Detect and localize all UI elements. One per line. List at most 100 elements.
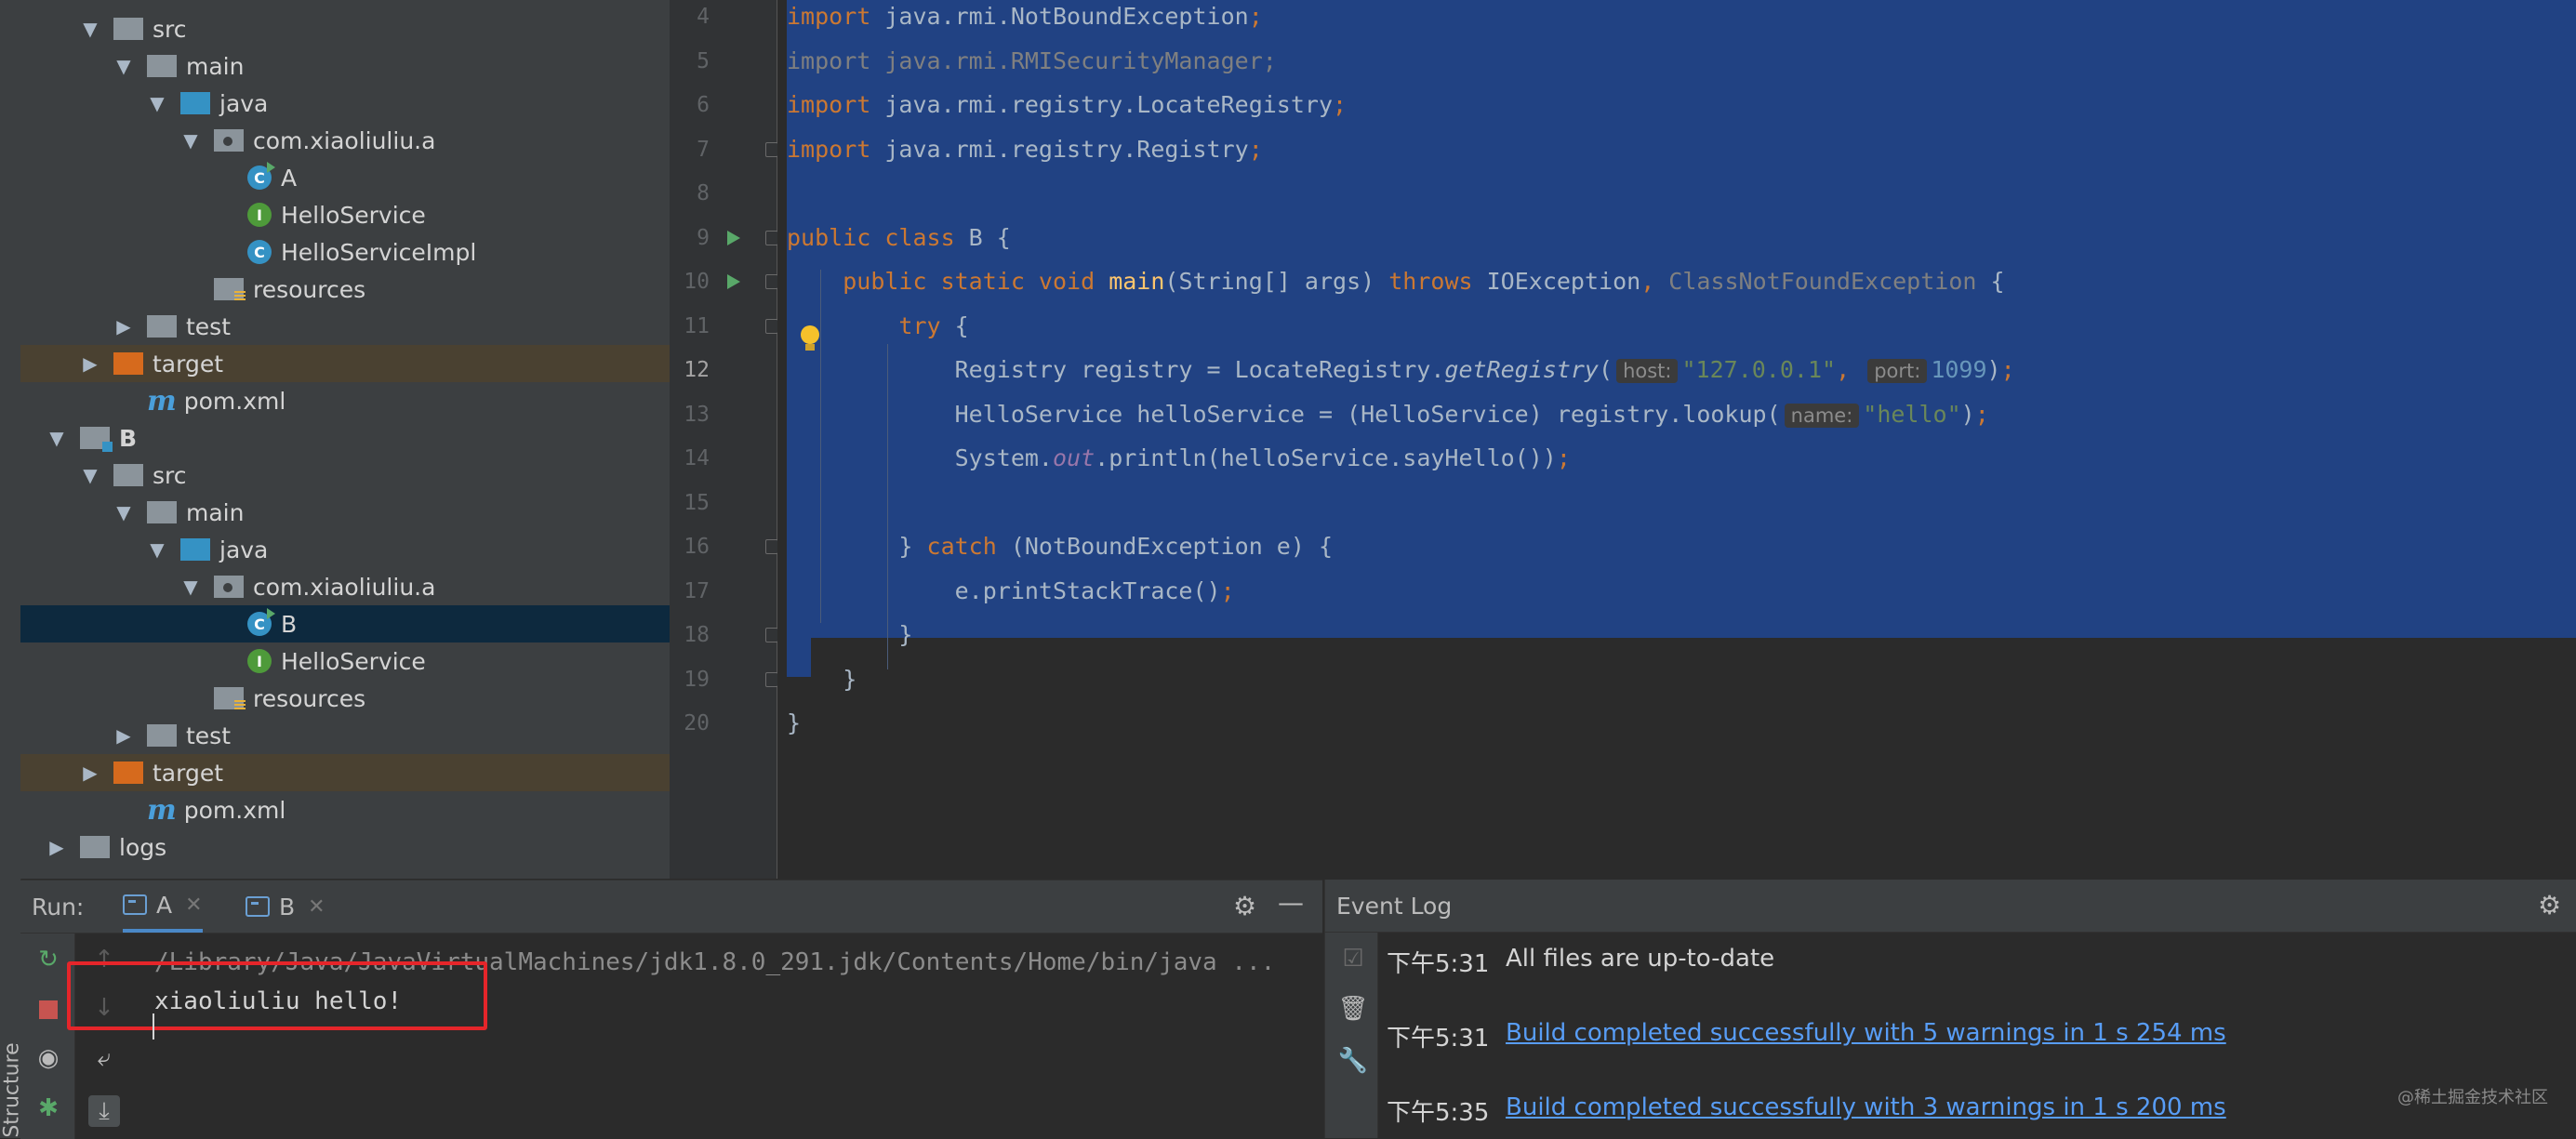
- soft-wrap-icon[interactable]: ⤶: [91, 1044, 117, 1072]
- tree-item[interactable]: CA: [20, 159, 670, 196]
- tree-item[interactable]: ▶ target: [20, 345, 670, 382]
- folder-icon: [113, 18, 143, 40]
- fold-marker-icon[interactable]: [765, 318, 778, 334]
- run-tab-a[interactable]: A ✕: [123, 881, 203, 933]
- close-icon[interactable]: ✕: [308, 895, 325, 919]
- run-gutter-icon[interactable]: [727, 274, 740, 289]
- rerun-icon[interactable]: ↻: [35, 946, 61, 973]
- tree-item[interactable]: ▼ src: [20, 457, 670, 494]
- expand-arrow-icon[interactable]: ▼: [82, 464, 99, 486]
- collapse-arrow-icon[interactable]: ▶: [82, 762, 99, 784]
- fold-marker-icon[interactable]: [765, 628, 778, 642]
- tree-item[interactable]: ▼ com.xiaoliuliu.a: [20, 122, 670, 159]
- tree-item[interactable]: ▼ java: [20, 85, 670, 122]
- event-message-link[interactable]: Build completed successfully with 5 warn…: [1506, 1019, 2226, 1053]
- tree-item-label: src: [153, 461, 187, 489]
- tree-item[interactable]: I HelloService: [20, 196, 670, 233]
- expand-arrow-icon[interactable]: ▼: [48, 427, 65, 449]
- structure-tool-tab[interactable]: Structure: [0, 1041, 24, 1137]
- mark-read-icon[interactable]: ☑: [1340, 945, 1366, 973]
- fold-marker-icon[interactable]: [765, 671, 778, 687]
- expand-arrow-icon[interactable]: ▼: [149, 538, 166, 561]
- tree-item[interactable]: resources: [20, 271, 670, 308]
- collapse-arrow-icon[interactable]: ▶: [82, 352, 99, 375]
- collapse-arrow-icon[interactable]: ▶: [48, 836, 65, 858]
- collapse-arrow-icon[interactable]: ▶: [115, 724, 132, 747]
- code-token: try: [898, 311, 955, 339]
- event-message-link[interactable]: Build completed successfully with 3 warn…: [1506, 1093, 2226, 1128]
- expand-arrow-icon[interactable]: ▼: [182, 129, 199, 152]
- editor-gutter: 4 5 6 7 8 9 10 11 12 13 14 15 16 17 18 19 20: [670, 0, 778, 879]
- tree-item[interactable]: ▼ main: [20, 494, 670, 531]
- line-number: 9: [697, 225, 710, 250]
- code-token: (String[] args): [1164, 268, 1389, 295]
- code-token: }: [787, 621, 913, 648]
- tree-item[interactable]: resources: [20, 680, 670, 717]
- tree-item[interactable]: ▶ test: [20, 717, 670, 754]
- tree-item[interactable]: ▶ test: [20, 308, 670, 345]
- interface-icon: I: [247, 649, 272, 673]
- code-editor[interactable]: import java.rmi.NotBoundException; import…: [777, 0, 2576, 879]
- tree-item-label: resources: [253, 684, 366, 712]
- folder-icon: [147, 724, 177, 747]
- left-tool-strip: Structure: [0, 0, 24, 1138]
- code-token: import: [787, 91, 885, 118]
- expand-arrow-icon[interactable]: ▼: [182, 576, 199, 598]
- expand-arrow-icon[interactable]: ▼: [115, 501, 132, 523]
- trash-icon[interactable]: 🗑: [1338, 995, 1369, 1023]
- line-number: 4: [697, 5, 710, 29]
- tree-item-label: java: [219, 536, 269, 563]
- code-token: public class: [787, 223, 969, 251]
- parameter-hint: port:: [1867, 359, 1928, 383]
- minimize-icon[interactable]: —: [1278, 890, 1304, 916]
- tree-item[interactable]: I HelloService: [20, 642, 670, 680]
- tree-item[interactable]: ▼ src: [20, 10, 670, 47]
- event-log-title: Event Log: [1336, 893, 1453, 920]
- code-line: System.out.println(helloService.sayHello…: [787, 439, 1571, 478]
- code-token: ;: [2000, 356, 2015, 383]
- scroll-to-end-icon[interactable]: ⤓: [88, 1095, 120, 1127]
- line-number: 19: [684, 667, 710, 692]
- camera-icon[interactable]: ◉: [35, 1044, 61, 1072]
- run-gutter-icon[interactable]: [727, 230, 740, 245]
- close-icon[interactable]: ✕: [185, 894, 202, 917]
- tree-item[interactable]: m pom.xml: [20, 791, 670, 828]
- fold-marker-icon[interactable]: [765, 539, 778, 554]
- run-panel-label: Run:: [32, 894, 85, 920]
- event-time: 下午5:31: [1387, 1025, 1490, 1053]
- fold-marker-icon[interactable]: [765, 230, 778, 245]
- debug-icon[interactable]: ✱: [35, 1094, 61, 1122]
- tree-item[interactable]: ▼ main: [20, 47, 670, 85]
- resources-folder-icon: [214, 687, 246, 711]
- tree-item-label: HelloService: [281, 201, 426, 229]
- code-line: }: [787, 660, 856, 699]
- tree-item-label: pom.xml: [183, 387, 286, 415]
- run-tab-b[interactable]: B ✕: [246, 881, 325, 933]
- fold-marker-icon[interactable]: [765, 141, 778, 157]
- gear-icon[interactable]: ⚙: [1233, 894, 1256, 920]
- code-token: (NotBoundException e) {: [1010, 533, 1334, 560]
- tree-item[interactable]: ▼ com.xiaoliuliu.a: [20, 568, 670, 605]
- tree-item[interactable]: CB: [20, 605, 670, 642]
- tree-item-label: main: [186, 498, 245, 526]
- expand-arrow-icon[interactable]: ▼: [115, 55, 132, 77]
- tree-item[interactable]: ▼ B: [20, 419, 670, 457]
- expand-arrow-icon[interactable]: ▼: [149, 92, 166, 114]
- tree-item[interactable]: ▶ logs: [20, 828, 670, 866]
- tree-item[interactable]: ▼ java: [20, 531, 670, 568]
- code-line: import java.rmi.registry.Registry;: [787, 130, 1263, 169]
- tree-item[interactable]: C HelloServiceImpl: [20, 233, 670, 271]
- code-line: import java.rmi.RMISecurityManager;: [787, 42, 1277, 81]
- run-tab-label: B: [279, 893, 296, 920]
- fold-marker-icon[interactable]: [765, 274, 778, 289]
- wrench-icon[interactable]: 🔧: [1338, 1047, 1368, 1075]
- stop-icon[interactable]: [35, 997, 61, 1023]
- expand-arrow-icon[interactable]: ▼: [82, 18, 99, 40]
- gear-icon[interactable]: ⚙: [2538, 893, 2561, 919]
- tree-item[interactable]: ▶ target: [20, 754, 670, 791]
- collapse-arrow-icon[interactable]: ▶: [115, 315, 132, 338]
- tree-item[interactable]: m pom.xml: [20, 382, 670, 419]
